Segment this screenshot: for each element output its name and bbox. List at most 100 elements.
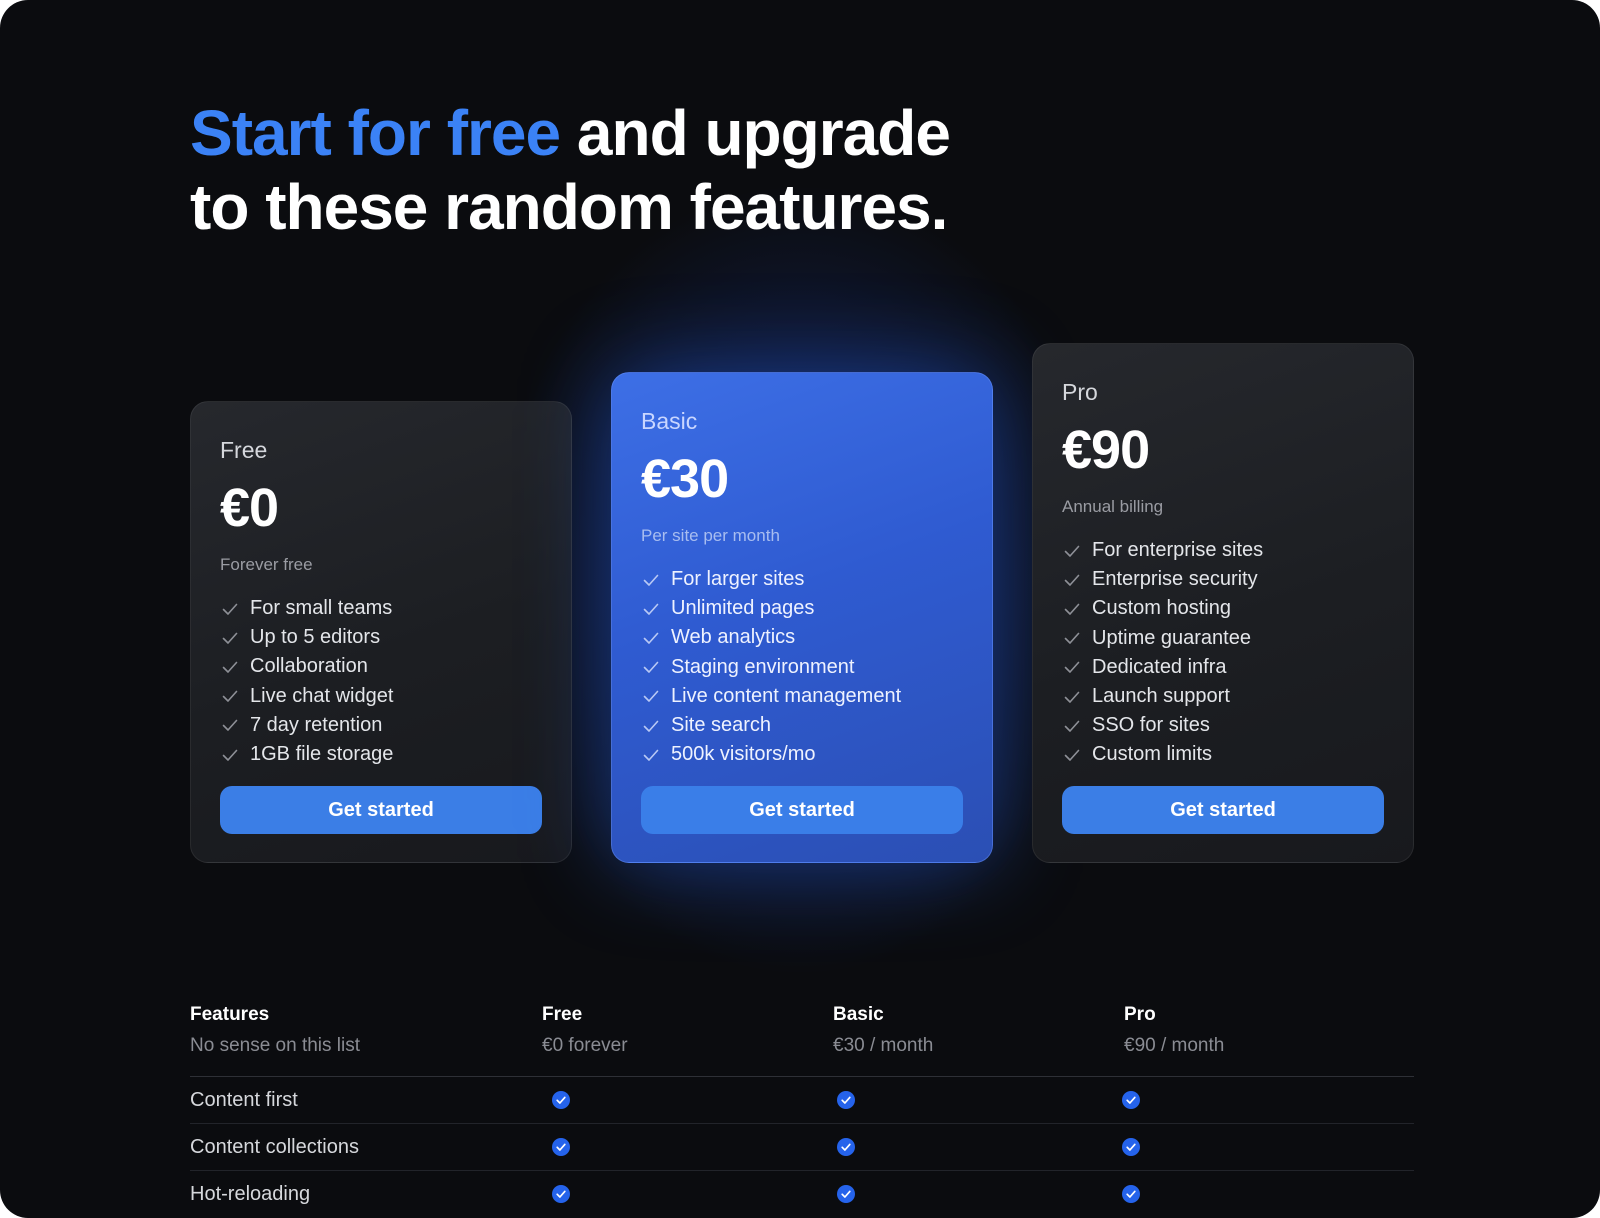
check-circle-icon [552,1138,570,1156]
plan-feature-label: For small teams [250,597,393,620]
table-body: Content first Content collections Hot-relo… [190,1077,1414,1217]
plan-card-free: Free €0 Forever free For small teams Up t… [190,401,572,863]
feature-comparison-table: Features No sense on this list Free €0 f… [190,1000,1414,1217]
plan-name: Basic [641,408,698,434]
plan-feature-list: For larger sites Unlimited pages Web analy… [641,565,963,769]
table-row: Content collections [190,1124,1414,1171]
plan-feature-item: 1GB file storage [220,740,542,769]
check-icon [643,749,659,761]
plan-feature-label: Live chat widget [250,684,394,707]
check-circle-icon [837,1091,855,1109]
column-title: Features [190,1004,270,1025]
check-icon [643,603,659,615]
check-circle-icon [1122,1091,1140,1109]
plan-note: Annual billing [1062,497,1164,516]
get-started-button-pro[interactable]: Get started [1062,786,1384,834]
plan-feature-label: 7 day retention [250,713,383,736]
plan-card-basic: Basic €30 Per site per month For larger … [611,372,993,863]
table-header: Features No sense on this list Free €0 f… [190,1000,1414,1077]
check-circle-icon [837,1185,855,1203]
plan-feature-label: For enterprise sites [1092,539,1264,562]
check-icon [1064,749,1080,761]
row-label: Content collections [190,1136,359,1158]
check-icon [643,574,659,586]
check-icon [643,720,659,732]
check-icon [1064,662,1080,674]
plan-feature-item: Enterprise security [1062,565,1384,594]
headline-rest: and upgrade [560,97,951,169]
plan-price: €30 [641,449,729,509]
plan-feature-item: Live content management [641,682,963,711]
check-icon [643,691,659,703]
column-title: Free [542,1004,583,1025]
plan-feature-item: Dedicated infra [1062,653,1384,682]
check-icon [222,749,238,761]
check-icon [222,661,238,673]
check-circle-icon [837,1138,855,1156]
check-circle-icon [552,1091,570,1109]
check-icon [1064,691,1080,703]
check-icon [1064,632,1080,644]
plan-feature-label: Site search [671,714,772,737]
plan-feature-item: Launch support [1062,682,1384,711]
plan-card-pro: Pro €90 Annual billing For enterprise si… [1032,343,1414,863]
plan-feature-label: Unlimited pages [671,597,815,620]
plan-feature-item: SSO for sites [1062,711,1384,740]
check-icon [1064,720,1080,732]
plan-feature-label: 1GB file storage [250,743,394,766]
column-title: Basic [833,1004,884,1025]
check-icon [1064,603,1080,615]
plan-note: Forever free [220,555,313,574]
check-circle-icon [1122,1138,1140,1156]
plan-feature-label: Up to 5 editors [250,626,381,649]
column-title: Pro [1124,1004,1156,1025]
check-icon [1064,574,1080,586]
column-subtitle: No sense on this list [190,1035,361,1056]
plan-feature-item: Collaboration [220,652,542,681]
column-subtitle: €30 / month [833,1035,934,1056]
headline-accent: Start for free [190,97,561,169]
get-started-button-free[interactable]: Get started [220,786,542,834]
plan-name: Free [220,437,268,463]
check-icon [643,661,659,673]
plan-feature-item: Up to 5 editors [220,623,542,652]
plan-feature-item: Web analytics [641,623,963,652]
column-header-pro: Pro €90 / month [1124,1000,1224,1057]
plan-price: €90 [1062,420,1150,480]
get-started-button-basic[interactable]: Get started [641,786,963,834]
plan-feature-label: Live content management [671,684,902,707]
column-header-basic: Basic €30 / month [833,1000,933,1057]
plan-feature-label: 500k visitors/mo [671,743,816,766]
plan-feature-item: Custom limits [1062,740,1384,769]
row-label: Content first [190,1089,298,1111]
check-icon [222,632,238,644]
plan-feature-label: Uptime guarantee [1092,626,1251,649]
check-icon [222,603,238,615]
plan-feature-item: 500k visitors/mo [641,740,963,769]
check-icon [643,632,659,644]
table-row: Hot-reloading [190,1171,1414,1217]
plan-name: Pro [1062,379,1098,405]
plan-note: Per site per month [641,526,780,545]
plan-feature-label: Staging environment [671,655,855,678]
plan-feature-label: Dedicated infra [1092,655,1227,678]
plan-feature-item: For larger sites [641,565,963,594]
check-circle-icon [552,1185,570,1203]
plan-feature-label: Custom hosting [1092,597,1231,620]
column-subtitle: €0 forever [542,1035,628,1056]
plan-feature-label: Enterprise security [1092,568,1258,591]
check-icon [1064,545,1080,557]
plan-feature-item: For enterprise sites [1062,536,1384,565]
plan-feature-item: 7 day retention [220,711,542,740]
plan-feature-item: Unlimited pages [641,594,963,623]
column-header-features: Features No sense on this list [190,1000,360,1057]
plan-feature-item: Staging environment [641,653,963,682]
plan-feature-item: Site search [641,711,963,740]
plan-feature-list: For enterprise sites Enterprise security C… [1062,536,1384,770]
pricing-page: Start for free and upgrade to these rand… [0,0,1600,1218]
column-header-free: Free €0 forever [542,1000,628,1057]
column-subtitle: €90 / month [1124,1035,1225,1056]
plan-price: €0 [220,478,279,538]
plan-feature-label: Web analytics [671,626,796,649]
plan-feature-list: For small teams Up to 5 editors Collaborat… [220,594,542,769]
